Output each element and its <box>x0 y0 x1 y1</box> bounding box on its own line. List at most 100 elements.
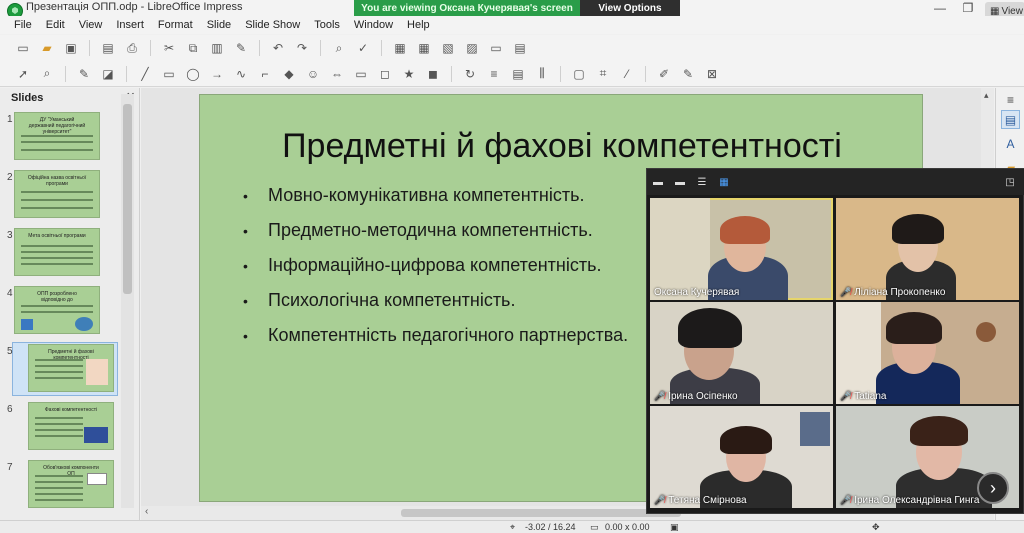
gallery-view-icon[interactable]: ▦ <box>717 176 731 188</box>
export-pdf-icon[interactable]: ▤ <box>99 39 117 57</box>
line-icon[interactable]: ╱ <box>136 65 154 83</box>
arrange-icon[interactable]: ▤ <box>509 65 527 83</box>
select-arrow-icon[interactable]: ➚ <box>14 65 32 83</box>
video-tile[interactable]: 🎤̸ Tatiana <box>836 302 1019 404</box>
standard-toolbar: ▭ ▰ ▣ ▤ ⎙ ✂ ⧉ ▥ ✎ ↶ ↷ ⌕ ✓ ▦ ▦ ▧ ▨ ▭ ▤ <box>0 35 1024 61</box>
fit-slide-icon[interactable]: ✥ <box>872 522 880 533</box>
restore-icon[interactable]: ❐ <box>956 0 980 16</box>
title-bar: Презентація ОПП.odp - LibreOffice Impres… <box>0 0 1024 21</box>
scroll-up-icon[interactable]: ▴ <box>984 90 989 101</box>
slide-number: 7 <box>7 462 13 473</box>
next-page-button[interactable]: › <box>977 472 1009 504</box>
scrollbar-thumb[interactable] <box>401 509 681 517</box>
slide-title[interactable]: Предметні й фахові компетентності <box>200 127 924 166</box>
exit-minimized-icon[interactable]: ◳ <box>1003 176 1017 188</box>
zoom-icon[interactable]: ⌕ <box>38 65 56 83</box>
menu-tools[interactable]: Tools <box>314 19 340 31</box>
slides-scrollbar[interactable] <box>121 94 134 508</box>
paste-icon[interactable]: ▥ <box>208 39 226 57</box>
slide-layout-icon[interactable]: ▤ <box>511 39 529 57</box>
crop-icon[interactable]: ⌗ <box>594 65 612 83</box>
line-color-icon[interactable]: ✎ <box>75 65 93 83</box>
video-tile[interactable]: 🎤̸ Ірина Осіпенко <box>650 302 833 404</box>
save-icon[interactable]: ▣ <box>62 39 80 57</box>
toolbar-separator <box>65 65 66 82</box>
arrow-line-icon[interactable]: → <box>208 65 226 83</box>
video-tile[interactable]: 🎤̸ Ліліана Прокопенко <box>836 198 1019 300</box>
menu-window[interactable]: Window <box>354 19 393 31</box>
curve-icon[interactable]: ∿ <box>232 65 250 83</box>
open-folder-icon[interactable]: ▰ <box>38 39 56 57</box>
diamond-shape-icon[interactable]: ◆ <box>280 65 298 83</box>
menu-insert[interactable]: Insert <box>116 19 144 31</box>
minimize-video-icon[interactable]: ▬ <box>651 176 665 188</box>
menu-format[interactable]: Format <box>158 19 193 31</box>
distribute-icon[interactable]: ⫼ <box>533 65 551 83</box>
thumb-line <box>21 191 93 193</box>
scroll-left-icon[interactable]: ‹ <box>145 506 148 517</box>
thumb-title: Офіційна назва освітньої програми <box>27 175 87 187</box>
image-icon[interactable]: ▧ <box>439 39 457 57</box>
star-icon[interactable]: ★ <box>400 65 418 83</box>
points-icon[interactable]: ✐ <box>655 65 673 83</box>
find-replace-icon[interactable]: ⌕ <box>330 39 348 57</box>
copy-icon[interactable]: ⧉ <box>184 39 202 57</box>
flowchart-icon[interactable]: ▭ <box>352 65 370 83</box>
menu-slide[interactable]: Slide <box>207 19 231 31</box>
new-document-icon[interactable]: ▭ <box>14 39 32 57</box>
clone-formatting-icon[interactable]: ✎ <box>232 39 250 57</box>
shadow-icon[interactable]: ▢ <box>570 65 588 83</box>
video-tile[interactable]: Оксана Кучерявая <box>650 198 833 300</box>
cursor-position: -3.02 / 16.24 <box>525 522 576 532</box>
strip-view-icon[interactable]: ☰ <box>695 176 709 188</box>
size-icon: ▭ <box>590 522 599 532</box>
filter-icon[interactable]: ⁄ <box>618 65 636 83</box>
toolbar-separator <box>89 40 90 56</box>
menu-view[interactable]: View <box>79 19 103 31</box>
callout-icon[interactable]: ◻ <box>376 65 394 83</box>
screen: Презентація ОПП.odp - LibreOffice Impres… <box>0 0 1024 533</box>
participant-name-label: 🎤̸ Ірина Осіпенко <box>654 391 738 402</box>
menu-file[interactable]: File <box>14 19 32 31</box>
rectangle-icon[interactable]: ▭ <box>160 65 178 83</box>
thumb-line <box>35 487 83 489</box>
redo-icon[interactable]: ↷ <box>293 39 311 57</box>
properties-icon[interactable]: ▤ <box>1001 110 1020 129</box>
smiley-icon[interactable]: ☺ <box>304 65 322 83</box>
menu-edit[interactable]: Edit <box>46 19 65 31</box>
chart-icon[interactable]: ▨ <box>463 39 481 57</box>
styles-icon[interactable]: A <box>1001 134 1020 153</box>
align-icon[interactable]: ≡ <box>485 65 503 83</box>
menu-slide-show[interactable]: Slide Show <box>245 19 300 31</box>
glue-points-icon[interactable]: ✎ <box>679 65 697 83</box>
participant-hair <box>892 214 944 244</box>
slide-thumb: ДУ "Уманський державний педагогічний уні… <box>14 112 100 160</box>
thumb-line <box>35 359 83 361</box>
fill-color-icon[interactable]: ◪ <box>99 65 117 83</box>
speaker-view-icon[interactable]: ▬ <box>673 176 687 188</box>
view-options-button[interactable]: View Options <box>580 0 680 16</box>
thumb-line <box>21 257 93 259</box>
rotate-icon[interactable]: ↻ <box>461 65 479 83</box>
block-arrow-icon[interactable]: ⇔ <box>328 65 346 83</box>
text-box-icon[interactable]: ▭ <box>487 39 505 57</box>
bullet-text: Мовно-комунікативна компетентність. <box>268 185 585 205</box>
print-icon[interactable]: ⎙ <box>123 39 141 57</box>
tile-background <box>836 302 881 404</box>
sidebar-menu-icon[interactable]: ≡ <box>1001 90 1020 109</box>
ellipse-icon[interactable]: ◯ <box>184 65 202 83</box>
cut-icon[interactable]: ✂ <box>160 39 178 57</box>
connector-icon[interactable]: ⌐ <box>256 65 274 83</box>
scrollbar-thumb[interactable] <box>123 104 132 294</box>
toolbar-separator <box>451 65 452 82</box>
toggle-extrusion-icon[interactable]: ⊠ <box>703 65 721 83</box>
spelling-icon[interactable]: ✓ <box>354 39 372 57</box>
table-icon[interactable]: ▦ <box>415 39 433 57</box>
grid-icon[interactable]: ▦ <box>391 39 409 57</box>
menu-help[interactable]: Help <box>407 19 430 31</box>
video-tile[interactable]: 🎤̸ Тетяна Смірнова <box>650 406 833 508</box>
3d-object-icon[interactable]: ◼ <box>424 65 442 83</box>
minimize-icon[interactable]: — <box>928 0 952 16</box>
thumb-line <box>21 263 93 265</box>
undo-icon[interactable]: ↶ <box>269 39 287 57</box>
